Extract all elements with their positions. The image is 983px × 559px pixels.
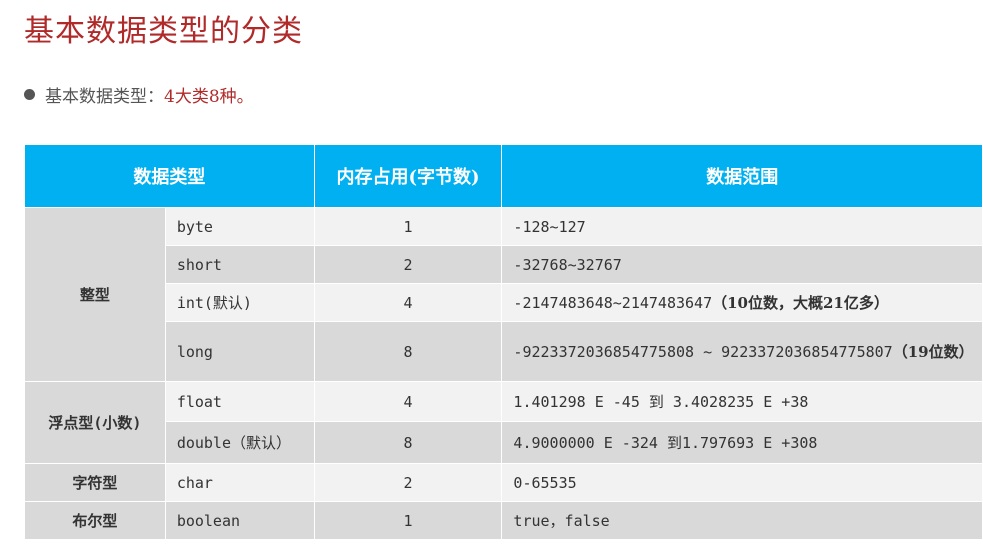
range-value: -9223372036854775808 ~ 92233720368547758… xyxy=(513,343,893,361)
table-row: 整型 byte 1 -128~127 xyxy=(24,207,983,382)
range-note: （19位数） xyxy=(892,343,974,361)
table-row: 字符型 char 2 0-65535 xyxy=(24,463,983,502)
table-row: double（默认） 8 4.9000000 E -324 到1.797693 … xyxy=(25,421,983,464)
type-name: char xyxy=(164,463,315,502)
table-row: short 2 -32768~32767 xyxy=(25,245,983,284)
type-range: -2147483648~2147483647（10位数，大概21亿多） xyxy=(501,283,983,322)
table-row: 布尔型 boolean 1 true，false xyxy=(24,501,983,540)
type-name: int(默认) xyxy=(164,283,315,322)
header-size: 内存占用(字节数) xyxy=(313,144,503,208)
summary-accent: 4大类8种。 xyxy=(164,87,254,107)
table-row: 浮点型(小数) float 4 1.401298 E -45 到 3.40282… xyxy=(24,381,983,464)
header-type: 数据类型 xyxy=(24,144,315,208)
category-float: 浮点型(小数) xyxy=(24,381,166,464)
type-name: double（默认） xyxy=(164,421,315,464)
type-size: 4 xyxy=(313,381,503,422)
table-row: int(默认) 4 -2147483648~2147483647（10位数，大概… xyxy=(25,283,983,322)
type-range: true，false xyxy=(501,501,983,540)
bullet-icon xyxy=(24,89,35,100)
table-row: long 8 -9223372036854775808 ~ 9223372036… xyxy=(25,321,983,382)
data-types-table: 数据类型 内存占用(字节数) 数据范围 整型 byte 1 -128~127 s… xyxy=(24,144,983,540)
type-size: 8 xyxy=(313,321,503,382)
summary-line: 基本数据类型： 4大类8种。 xyxy=(24,82,254,107)
type-range: 4.9000000 E -324 到1.797693 E +308 xyxy=(501,421,983,464)
category-char: 字符型 xyxy=(24,463,166,502)
type-name: short xyxy=(164,245,315,284)
type-size: 2 xyxy=(313,245,503,284)
type-name: float xyxy=(164,381,315,422)
header-range: 数据范围 xyxy=(501,144,983,208)
type-size: 2 xyxy=(313,463,503,502)
range-note: （10位数，大概21亿多） xyxy=(712,294,889,312)
type-range: -32768~32767 xyxy=(501,245,983,284)
type-range: -128~127 xyxy=(501,207,983,246)
type-range: 1.401298 E -45 到 3.4028235 E +38 xyxy=(501,381,983,422)
category-integer: 整型 xyxy=(24,207,166,382)
type-name: boolean xyxy=(164,501,315,540)
range-value: -2147483648~2147483647 xyxy=(513,294,713,312)
type-size: 1 xyxy=(313,207,503,246)
table-header-row: 数据类型 内存占用(字节数) 数据范围 xyxy=(24,144,983,208)
type-size: 8 xyxy=(313,421,503,464)
type-size: 1 xyxy=(313,501,503,540)
type-name: byte xyxy=(164,207,315,246)
summary-prefix: 基本数据类型： xyxy=(45,87,164,107)
type-range: 0-65535 xyxy=(501,463,983,502)
type-range: -9223372036854775808 ~ 92233720368547758… xyxy=(501,321,983,382)
type-size: 4 xyxy=(313,283,503,322)
type-name: long xyxy=(164,321,315,382)
category-bool: 布尔型 xyxy=(24,501,166,540)
page-title: 基本数据类型的分类 xyxy=(24,14,303,49)
